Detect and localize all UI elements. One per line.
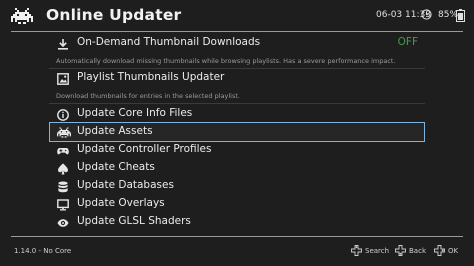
separator bbox=[49, 68, 425, 69]
header-divider bbox=[11, 31, 463, 32]
menu-item-description: Download thumbnails for entries in the s… bbox=[56, 92, 240, 100]
gamepad-icon bbox=[57, 148, 69, 155]
back-label: Back bbox=[409, 247, 426, 255]
menu-item-label: Update Core Info Files bbox=[77, 107, 193, 119]
menu-item-cheats[interactable]: Update Cheats bbox=[49, 160, 425, 178]
menu-item-label: On-Demand Thumbnail Downloads bbox=[77, 36, 261, 48]
toggle-value[interactable]: OFF bbox=[398, 36, 418, 48]
menu-item-databases[interactable]: Update Databases bbox=[49, 178, 425, 196]
clock-icon bbox=[421, 9, 432, 20]
menu-item-description: Automatically download missing thumbnail… bbox=[56, 57, 396, 65]
footer: 1.14.0 - No Core Search Back OK bbox=[0, 237, 474, 266]
image-icon bbox=[57, 73, 69, 85]
database-icon bbox=[58, 181, 68, 193]
spade-icon bbox=[58, 163, 68, 175]
menu-item-label: Update Overlays bbox=[77, 197, 165, 209]
menu-item-label: Playlist Thumbnails Updater bbox=[77, 71, 225, 83]
menu-item-label: Update Databases bbox=[77, 179, 174, 191]
version-label: 1.14.0 - No Core bbox=[14, 247, 72, 255]
page-title: Online Updater bbox=[46, 6, 182, 24]
dpad-search-icon bbox=[351, 245, 362, 256]
menu-item-controller-profiles[interactable]: Update Controller Profiles bbox=[49, 142, 425, 160]
download-icon bbox=[58, 39, 68, 50]
battery-icon bbox=[456, 9, 465, 22]
header: Online Updater 06-03 11:33 85% bbox=[0, 0, 474, 32]
retroarch-invader-icon bbox=[11, 8, 33, 24]
battery-percent: 85% bbox=[438, 10, 459, 20]
menu-item-label: Update Cheats bbox=[77, 161, 155, 173]
menu-item-overlays[interactable]: Update Overlays bbox=[49, 196, 425, 214]
menu-item-glsl-shaders[interactable]: Update GLSL Shaders bbox=[49, 214, 425, 232]
separator bbox=[49, 103, 425, 104]
dpad-ok-icon bbox=[434, 245, 445, 256]
menu-item-label: Update Assets bbox=[77, 125, 153, 137]
menu-item-label: Update Controller Profiles bbox=[77, 143, 212, 155]
invader-icon bbox=[57, 127, 71, 138]
monitor-icon bbox=[57, 199, 69, 211]
menu-item-thumbnail-downloads[interactable]: On-Demand Thumbnail Downloads OFF bbox=[49, 35, 425, 53]
info-icon bbox=[57, 109, 69, 121]
dpad-back-icon bbox=[395, 245, 406, 256]
search-label: Search bbox=[365, 247, 390, 255]
ok-label: OK bbox=[448, 247, 459, 255]
menu-item-label: Update GLSL Shaders bbox=[77, 215, 191, 227]
menu-item-assets[interactable]: Update Assets bbox=[49, 122, 425, 142]
menu-item-playlist-thumbnails[interactable]: Playlist Thumbnails Updater bbox=[49, 70, 425, 88]
eye-icon bbox=[57, 219, 69, 227]
